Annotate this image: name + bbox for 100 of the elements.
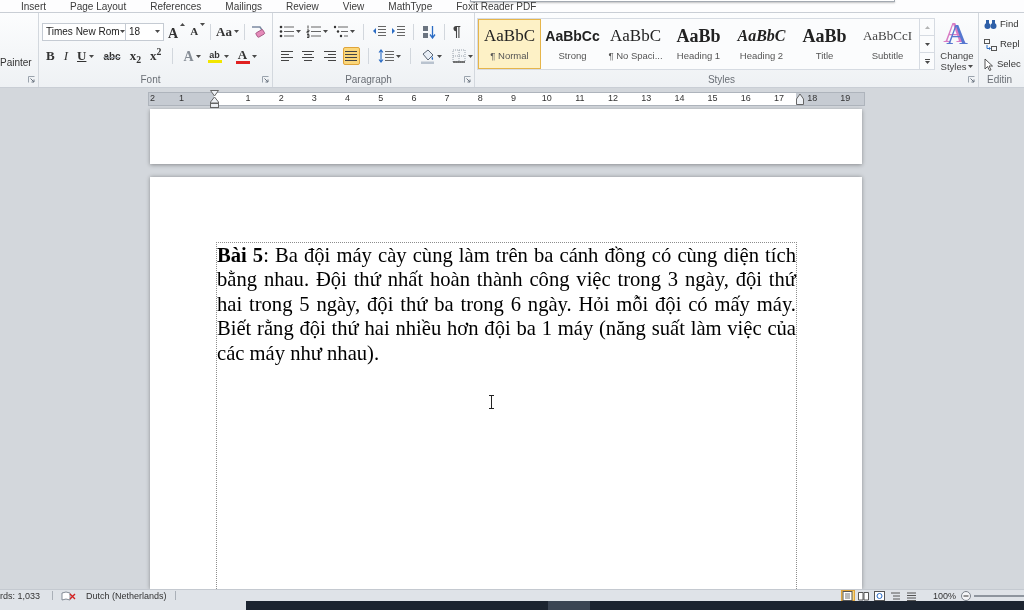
caret-up-icon xyxy=(180,22,186,26)
align-justify-button[interactable] xyxy=(342,47,360,65)
show-marks-button[interactable]: ¶ xyxy=(452,22,462,41)
caret-icon xyxy=(296,30,301,33)
replace-button[interactable]: Repl xyxy=(984,38,1023,51)
eraser-icon xyxy=(249,24,266,39)
bullet-list-icon xyxy=(279,25,294,38)
ruler-number: 12 xyxy=(608,92,619,106)
caret-icon xyxy=(251,54,257,58)
view-button[interactable] xyxy=(904,590,919,601)
ribbon-tab[interactable]: Mailings xyxy=(225,2,262,12)
highlight-button[interactable]: ab xyxy=(206,47,230,65)
ruler-number: 19 xyxy=(840,92,851,106)
increase-indent-icon xyxy=(391,25,405,38)
caret-icon xyxy=(89,54,95,58)
font-size-field[interactable]: 18 xyxy=(125,22,164,41)
line-spacing-icon xyxy=(378,49,394,63)
globe-page-icon xyxy=(874,590,886,601)
caret-icon xyxy=(350,30,355,33)
borders-icon xyxy=(452,49,466,63)
draft-icon xyxy=(906,590,918,601)
shrink-font-button[interactable]: A xyxy=(189,22,207,41)
ruler[interactable]: 2 1 1 2 3 4 5 6 7 8 9 10 11 12 13 14 15 16 17 18 19 xyxy=(148,92,865,106)
caret-up-icon xyxy=(924,25,930,29)
caret-icon xyxy=(396,54,401,58)
style-item[interactable]: AaBbC ¶ Normal xyxy=(478,19,541,69)
bold-button[interactable]: B xyxy=(44,47,57,65)
group-label: Editin xyxy=(987,73,1012,86)
font-color-swatch-icon xyxy=(235,61,250,64)
caret-icon xyxy=(468,54,473,58)
line-spacing-button[interactable] xyxy=(377,47,402,65)
align-justify-icon xyxy=(344,50,359,62)
grow-font-button[interactable]: A xyxy=(167,22,187,41)
view-button[interactable] xyxy=(872,590,887,601)
caret-icon xyxy=(155,30,160,33)
outline-icon xyxy=(890,590,902,601)
change-styles-button[interactable]: A Change Styles xyxy=(937,18,977,72)
proofing-button[interactable] xyxy=(61,590,77,601)
ruler-number: 2 xyxy=(150,92,155,106)
zoom-level[interactable]: 100% xyxy=(932,590,956,601)
dialog-launcher-icon[interactable] xyxy=(28,76,35,83)
ruler-number: 17 xyxy=(773,92,784,106)
find-button[interactable]: Find xyxy=(984,18,1023,31)
font-name-field[interactable]: Times New Rom xyxy=(42,22,126,41)
ruler-number: 3 xyxy=(311,92,317,106)
pointer-icon xyxy=(984,58,994,71)
ribbon-tab[interactable]: Review xyxy=(286,2,319,12)
i-beam-pointer-icon xyxy=(488,395,495,409)
subscript-button[interactable]: x$_{2}$ xyxy=(127,47,143,65)
replace-icon xyxy=(984,38,997,51)
ruler-number: 2 xyxy=(278,92,284,106)
style-item[interactable]: AaBbC ¶ No Spaci... xyxy=(604,19,667,69)
highlight-swatch-icon xyxy=(207,59,222,63)
font-color-button[interactable]: A xyxy=(234,47,258,65)
format-painter-button[interactable]: Painter xyxy=(0,55,32,70)
ruler-number: 6 xyxy=(411,92,417,106)
word-count[interactable]: rds: 1,033 xyxy=(0,590,41,601)
ribbon-tab[interactable]: View xyxy=(342,2,365,12)
style-item[interactable]: AaBbCcI Subtitle xyxy=(856,19,919,69)
group-label: Font xyxy=(140,73,161,86)
underline-button[interactable]: U xyxy=(75,47,97,65)
italic-button[interactable]: I xyxy=(61,47,70,65)
sort-icon xyxy=(422,24,436,39)
select-button[interactable]: Selec xyxy=(984,58,1023,71)
style-item[interactable]: AaBbCc Strong xyxy=(541,19,604,69)
multilevel-list-icon xyxy=(333,25,348,38)
style-item[interactable]: AaBb Heading 1 xyxy=(667,19,730,69)
language-label[interactable]: Dutch (Netherlands) xyxy=(86,590,167,601)
align-right-icon xyxy=(322,50,337,62)
shading-button[interactable] xyxy=(419,47,443,65)
view-button[interactable] xyxy=(840,590,855,601)
numbered-list-icon xyxy=(306,25,321,38)
dialog-launcher-icon[interactable] xyxy=(464,76,471,83)
style-item[interactable]: AaBb Title xyxy=(793,19,856,69)
ribbon-tab[interactable]: MathType xyxy=(388,2,433,12)
caret-icon xyxy=(323,30,328,33)
binoculars-icon xyxy=(984,19,997,30)
borders-button[interactable] xyxy=(451,47,474,65)
caret-icon xyxy=(119,30,125,33)
style-item[interactable]: AaBbC Heading 2 xyxy=(730,19,793,69)
problem-paragraph: Bài 5: Ba đội máy cày cùng làm trên ba cánh đồng có cùng diện tích bằng nhau. Đội thứ nhất hoàn thành công việc trong 3 ngày, đội thứ hai trong 5 ngày, đội thứ ba trong 6 ngày. Hỏi mỗi đội có mấy máy. Biết rằng đội thứ hai nhiều hơn đội ba 1 máy (năng suất làm việc của các máy như nhau). xyxy=(217,243,796,366)
ribbon-tab[interactable]: Insert xyxy=(21,2,46,12)
page-layout-icon xyxy=(842,590,854,601)
ribbon-tab[interactable]: Page Layout xyxy=(70,2,127,12)
dialog-launcher-icon[interactable] xyxy=(968,76,975,83)
paint-bucket-icon xyxy=(420,48,435,64)
zoom-slider-track[interactable] xyxy=(974,594,1024,597)
dialog-launcher-icon[interactable] xyxy=(262,76,269,83)
change-case-button[interactable]: Aa xyxy=(215,22,240,41)
ribbon-tab[interactable]: Foxit Reader PDF xyxy=(456,2,537,12)
zoom-out-button[interactable] xyxy=(961,590,971,601)
ribbon-tab[interactable]: References xyxy=(150,2,202,12)
caret-icon xyxy=(195,54,201,58)
ruler-number: 1 xyxy=(245,92,251,106)
ruler-number: 13 xyxy=(641,92,652,106)
ruler-number: 9 xyxy=(510,92,516,106)
superscript-button[interactable]: x$^{2}$ xyxy=(148,47,164,65)
view-button[interactable] xyxy=(856,590,871,601)
caret-icon xyxy=(924,60,930,64)
decrease-indent-icon xyxy=(372,25,386,38)
